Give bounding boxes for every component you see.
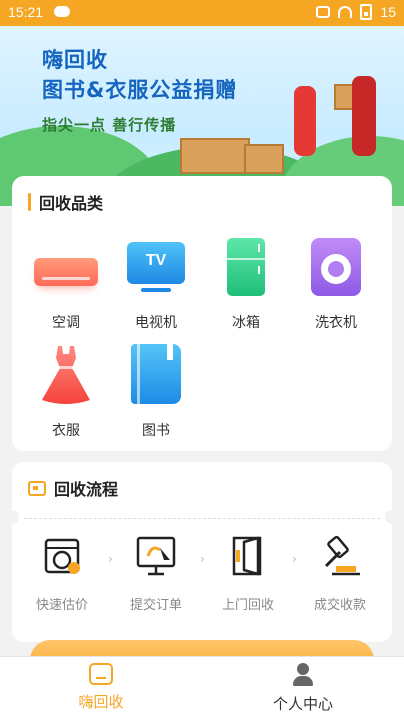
- step-label: 成交收款: [313, 598, 366, 613]
- status-time: 15:21: [8, 4, 44, 20]
- process-step-deal: 成交收款: [300, 534, 380, 613]
- category-label: 电视机: [135, 315, 177, 331]
- section-title: 回收品类: [39, 194, 104, 213]
- status-bar: 15:21 15: [0, 0, 404, 26]
- air-conditioner-icon: [34, 258, 98, 286]
- category-clothes[interactable]: 衣服: [26, 344, 106, 440]
- cloud-icon: [54, 6, 70, 17]
- box-illustration: [244, 144, 284, 174]
- chevron-right-icon: ›: [200, 552, 205, 566]
- category-washing-machine[interactable]: 洗衣机: [296, 236, 376, 332]
- person-illustration: [294, 86, 316, 156]
- submit-order-icon: [136, 536, 176, 576]
- fridge-icon: [227, 238, 265, 296]
- card-notch: [385, 510, 399, 524]
- category-label: 衣服: [52, 423, 80, 439]
- process-icon: [28, 480, 46, 496]
- section-title: 回收流程: [54, 480, 119, 499]
- tab-home[interactable]: 嗨回收: [0, 663, 202, 712]
- category-label: 图书: [142, 423, 170, 439]
- box-illustration: [180, 138, 250, 174]
- chevron-right-icon: ›: [292, 552, 297, 566]
- status-right: 15: [316, 4, 396, 20]
- tab-label: 嗨回收: [78, 693, 124, 711]
- section-header: 回收品类: [28, 190, 103, 214]
- divider: [24, 518, 380, 519]
- tv-icon-text: TV: [145, 252, 167, 269]
- user-icon: [291, 663, 315, 687]
- battery-icon: [360, 4, 373, 20]
- home-recycle-icon: [89, 663, 113, 685]
- battery-level: 15: [380, 4, 396, 20]
- tab-profile[interactable]: 个人中心: [202, 663, 404, 714]
- person-illustration: [352, 76, 376, 156]
- step-label: 上门回收: [221, 598, 274, 613]
- process-step-submit: 提交订单: [116, 534, 196, 613]
- tv-stand-icon: [141, 288, 171, 292]
- wifi-icon: [338, 6, 353, 18]
- signal-icon: [316, 6, 331, 18]
- category-books[interactable]: 图书: [116, 344, 196, 440]
- category-label: 空调: [52, 315, 80, 331]
- deal-gavel-icon: [324, 535, 360, 576]
- washing-machine-icon: [311, 238, 361, 296]
- category-fridge[interactable]: 冰箱: [206, 236, 286, 332]
- category-label: 洗衣机: [315, 315, 357, 331]
- banner-slogan: 指尖一点 善行传播: [42, 116, 177, 134]
- book-icon: [131, 344, 181, 404]
- banner-subtitle: 图书&衣服公益捐赠: [42, 78, 238, 102]
- category-label: 冰箱: [232, 315, 260, 331]
- section-header: 回收流程: [28, 476, 118, 500]
- title-bar-icon: [28, 193, 31, 211]
- bottom-tab-bar: 嗨回收 个人中心: [0, 656, 404, 720]
- categories-card: 回收品类 空调 TV 电视机 冰箱 洗衣机 衣服 图书: [12, 176, 392, 451]
- tab-label: 个人中心: [272, 695, 333, 713]
- dress-icon: [42, 346, 90, 404]
- step-label: 快速估价: [35, 598, 88, 613]
- card-notch: [5, 510, 19, 524]
- process-card: 回收流程 快速估价 › 提交订单 › 上门回收 › 成交收款: [5, 462, 399, 642]
- appraisal-icon: [44, 538, 80, 574]
- category-air-conditioner[interactable]: 空调: [26, 236, 106, 332]
- chevron-right-icon: ›: [108, 552, 113, 566]
- door-pickup-icon: [232, 536, 262, 576]
- process-step-pickup: 上门回收: [208, 534, 288, 613]
- step-label: 提交订单: [129, 598, 182, 613]
- process-step-appraisal: 快速估价: [22, 534, 102, 613]
- tv-icon: TV: [127, 242, 185, 284]
- banner-title: 嗨回收: [42, 48, 108, 72]
- category-tv[interactable]: TV 电视机: [116, 236, 196, 332]
